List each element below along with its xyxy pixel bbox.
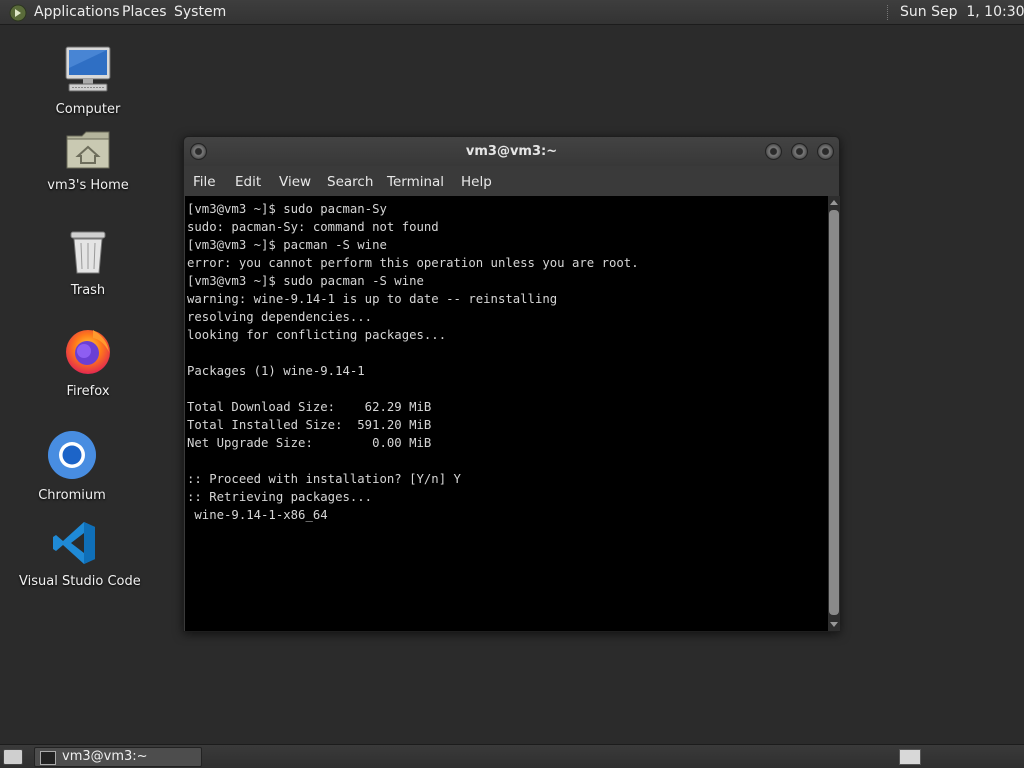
window-title: vm3@vm3:~ (465, 144, 558, 159)
menu-applications[interactable]: Applications (34, 0, 120, 25)
menu-system[interactable]: System (174, 0, 226, 25)
scroll-thumb[interactable] (829, 210, 839, 615)
menu-view[interactable]: View (279, 166, 311, 196)
terminal-menubar: File Edit View Search Terminal Help (184, 166, 839, 196)
desktop-icon-label: Chromium (38, 488, 106, 503)
desktop-icon-trash[interactable]: Trash (33, 229, 143, 298)
home-folder-icon (66, 131, 110, 169)
desktop-icon-label: vm3's Home (47, 178, 129, 193)
firefox-icon (66, 330, 110, 374)
chromium-icon (48, 431, 96, 479)
terminal-line: [vm3@vm3 ~]$ sudo pacman-Sy (187, 202, 387, 216)
terminal-line: :: Proceed with installation? [Y/n] Y (187, 472, 461, 486)
desktop-icon-label: Visual Studio Code (19, 574, 141, 589)
terminal-icon (40, 751, 56, 765)
terminal-line: warning: wine-9.14-1 is up to date -- re… (187, 292, 558, 306)
desktop-icon-home[interactable]: vm3's Home (33, 130, 143, 193)
terminal-line: Total Installed Size: 591.20 MiB (187, 418, 432, 432)
panel-separator (887, 5, 890, 20)
terminal-line: [vm3@vm3 ~]$ sudo pacman -S wine (187, 274, 424, 288)
terminal-line: Packages (1) wine-9.14-1 (187, 364, 365, 378)
terminal-line: wine-9.14-1-x86_64 (187, 508, 328, 522)
terminal-line: :: Retrieving packages... (187, 490, 373, 504)
close-button[interactable] (817, 143, 834, 160)
scrollbar[interactable] (828, 196, 840, 631)
minimize-button[interactable] (765, 143, 782, 160)
terminal-line: looking for conflicting packages... (187, 328, 447, 342)
terminal-line: [vm3@vm3 ~]$ pacman -S wine (187, 238, 387, 252)
terminal-output[interactable]: [vm3@vm3 ~]$ sudo pacman-Sy sudo: pacman-… (185, 196, 828, 631)
menu-search[interactable]: Search (327, 166, 373, 196)
computer-icon (65, 46, 111, 92)
window-titlebar[interactable]: vm3@vm3:~ (184, 137, 839, 166)
terminal-line: Total Download Size: 62.29 MiB (187, 400, 432, 414)
menu-edit[interactable]: Edit (235, 166, 261, 196)
gnome-foot-icon[interactable] (9, 4, 27, 22)
menu-file[interactable]: File (193, 166, 216, 196)
bottom-panel: vm3@vm3:~ (0, 744, 1024, 768)
desktop-icon-label: Firefox (66, 384, 110, 399)
scroll-up-arrow-icon[interactable] (830, 200, 838, 205)
desktop-icon-computer[interactable]: Computer (33, 46, 143, 117)
desktop-icon-firefox[interactable]: Firefox (33, 326, 143, 399)
clock[interactable]: Sun Sep 1, 10:30 AM (900, 0, 1024, 25)
top-panel: Applications Places System Sun Sep 1, 10… (0, 0, 1024, 25)
terminal-line: error: you cannot perform this operation… (187, 256, 639, 270)
terminal-text: [vm3@vm3 ~]$ sudo pacman-Sy sudo: pacman-… (185, 196, 828, 524)
vscode-icon (53, 522, 95, 564)
workspace-switcher[interactable] (899, 749, 921, 765)
trash-icon (70, 231, 106, 274)
maximize-button[interactable] (791, 143, 808, 160)
menu-help[interactable]: Help (461, 166, 492, 196)
desktop-icon-vscode[interactable]: Visual Studio Code (19, 520, 141, 589)
scroll-down-arrow-icon[interactable] (830, 622, 838, 627)
desktop-icon-label: Trash (70, 283, 106, 298)
terminal-line: sudo: pacman-Sy: command not found (187, 220, 439, 234)
terminal-line: Net Upgrade Size: 0.00 MiB (187, 436, 432, 450)
terminal-window[interactable]: vm3@vm3:~ File Edit View Search Terminal… (183, 136, 840, 632)
taskbar-item-terminal[interactable]: vm3@vm3:~ (34, 747, 202, 767)
show-desktop-icon[interactable] (3, 749, 23, 765)
taskbar-item-label: vm3@vm3:~ (62, 749, 148, 764)
menu-terminal[interactable]: Terminal (387, 166, 444, 196)
terminal-line: resolving dependencies... (187, 310, 373, 324)
desktop-icon-chromium[interactable]: Chromium (17, 430, 127, 503)
menu-places[interactable]: Places (122, 0, 167, 25)
desktop-icon-label: Computer (55, 102, 121, 117)
